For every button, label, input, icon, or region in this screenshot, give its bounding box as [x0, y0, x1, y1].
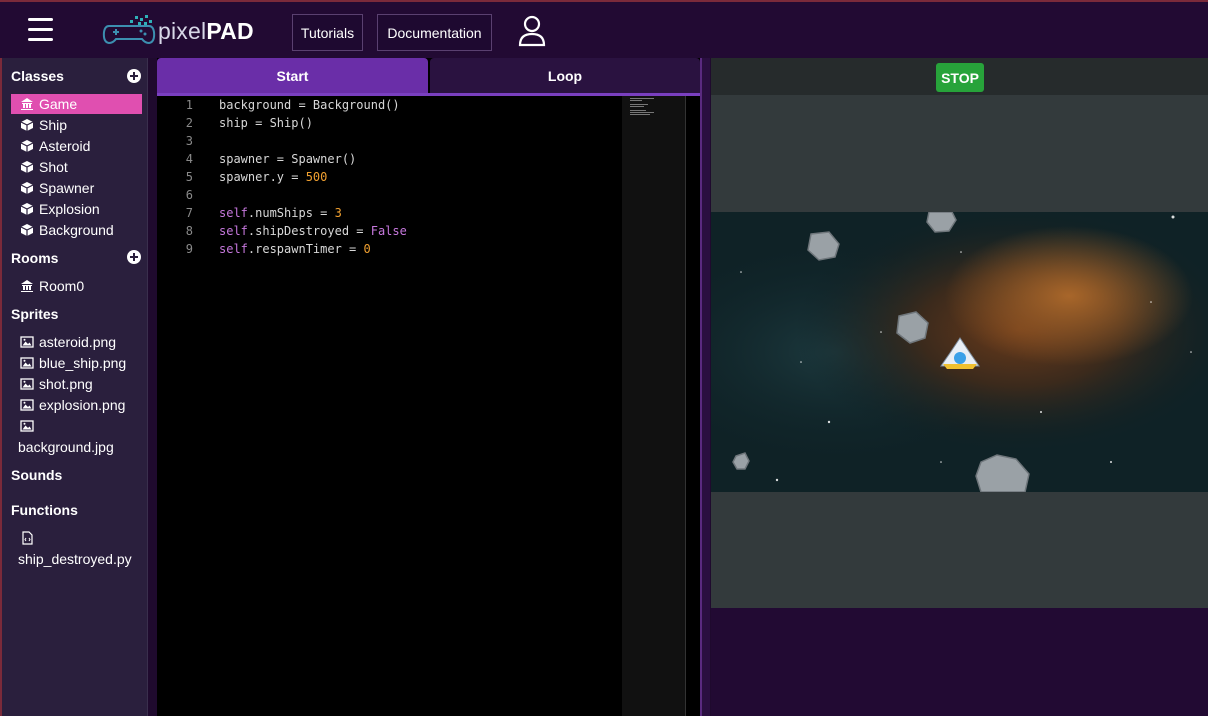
- class-label: Spawner: [39, 180, 95, 196]
- sprite-item-blue-ship[interactable]: blue_ship.png: [11, 353, 142, 373]
- game-canvas[interactable]: [711, 212, 1208, 492]
- cube-icon: [20, 140, 34, 152]
- editor-scrollbar[interactable]: [687, 96, 700, 716]
- code-line[interactable]: 5 spawner.y = 500: [157, 168, 622, 186]
- code-line[interactable]: 4 spawner = Spawner(): [157, 150, 622, 168]
- cube-icon: [20, 119, 34, 131]
- image-icon: [20, 336, 34, 348]
- code-text: self.numShips = 3: [219, 206, 342, 220]
- bank-icon: [21, 280, 33, 292]
- code-line[interactable]: 3: [157, 132, 622, 150]
- panel-resize-handle[interactable]: [700, 58, 710, 716]
- code-text: background = Background(): [219, 98, 400, 112]
- classes-heading: Classes: [11, 68, 64, 84]
- class-item-explosion[interactable]: Explosion: [11, 199, 142, 219]
- add-class-icon[interactable]: [127, 69, 141, 83]
- sprite-item-explosion[interactable]: explosion.png: [11, 395, 142, 415]
- code-minimap[interactable]: [622, 96, 686, 716]
- code-editor-panel: Start Loop 1 background = Background() 2 s…: [157, 58, 700, 716]
- documentation-button[interactable]: Documentation: [377, 14, 492, 51]
- menu-icon[interactable]: [28, 18, 53, 42]
- room-label: Room0: [39, 278, 85, 294]
- line-number: 4: [185, 152, 193, 166]
- pixelpad-logo[interactable]: pixelPAD: [101, 12, 254, 50]
- game-toolbar: STOP: [711, 58, 1208, 95]
- room-item-room0[interactable]: Room0: [11, 276, 142, 296]
- line-number: 8: [185, 224, 193, 238]
- function-item-ship-destroyed[interactable]: ship_destroyed.py: [11, 531, 142, 567]
- sprite-item-asteroid[interactable]: asteroid.png: [11, 332, 142, 352]
- stop-button[interactable]: STOP: [936, 63, 984, 92]
- class-item-spawner[interactable]: Spawner: [11, 178, 142, 198]
- sprites-heading: Sprites: [11, 306, 59, 322]
- image-icon: [20, 378, 34, 390]
- game-preview-panel: STOP: [711, 58, 1208, 608]
- functions-heading: Functions: [11, 502, 78, 518]
- code-text: self.respawnTimer = 0: [219, 242, 371, 256]
- code-text: self.shipDestroyed = False: [219, 224, 407, 238]
- line-number: 1: [185, 98, 193, 112]
- gamepad-logo-icon: [102, 15, 156, 45]
- code-line[interactable]: 2 ship = Ship(): [157, 114, 622, 132]
- line-number: 5: [185, 170, 193, 184]
- sprite-item-shot[interactable]: shot.png: [11, 374, 142, 394]
- logo-text: pixelPAD: [158, 17, 254, 44]
- line-number: 3: [185, 134, 193, 148]
- code-line[interactable]: 7 self.numShips = 3: [157, 204, 622, 222]
- tab-loop[interactable]: Loop: [430, 58, 700, 93]
- user-account-icon[interactable]: [517, 15, 547, 47]
- line-number: 6: [185, 188, 193, 202]
- sprite-item-background[interactable]: background.jpg: [11, 419, 142, 455]
- code-file-icon: [22, 531, 33, 545]
- sprite-label: shot.png: [39, 376, 93, 392]
- image-icon: [20, 399, 34, 411]
- code-text: spawner.y = 500: [219, 170, 328, 184]
- sprite-label: explosion.png: [39, 397, 126, 413]
- class-item-shot[interactable]: Shot: [11, 157, 142, 177]
- editor-tabs: Start Loop: [157, 58, 700, 96]
- code-area[interactable]: 1 background = Background() 2 ship = Ship(…: [157, 96, 622, 716]
- class-label: Explosion: [39, 201, 100, 217]
- sprite-label: background.jpg: [18, 439, 114, 455]
- rooms-heading: Rooms: [11, 250, 59, 266]
- project-sidebar: Classes Game Ship Asteroid Shot Spawner …: [0, 58, 148, 716]
- cube-icon: [20, 224, 34, 236]
- code-line[interactable]: 1 background = Background(): [157, 96, 622, 114]
- class-label: Background: [39, 222, 114, 238]
- line-number: 9: [185, 242, 193, 256]
- line-number: 2: [185, 116, 193, 130]
- sounds-heading[interactable]: Sounds: [11, 467, 62, 483]
- cube-icon: [20, 182, 34, 194]
- sprite-label: blue_ship.png: [39, 355, 127, 371]
- code-text: ship = Ship(): [219, 116, 313, 130]
- tab-start[interactable]: Start: [157, 58, 428, 93]
- image-icon: [20, 420, 34, 432]
- game-panel-footer: [711, 608, 1208, 716]
- cube-icon: [20, 161, 34, 173]
- code-line[interactable]: 9 self.respawnTimer = 0: [157, 240, 622, 258]
- class-item-ship[interactable]: Ship: [11, 115, 142, 135]
- line-number: 7: [185, 206, 193, 220]
- class-label: Ship: [39, 117, 68, 133]
- class-item-background[interactable]: Background: [11, 220, 142, 240]
- bank-icon: [21, 98, 33, 110]
- code-line[interactable]: 6: [157, 186, 622, 204]
- class-item-game[interactable]: Game: [11, 94, 142, 114]
- code-text: spawner = Spawner(): [219, 152, 357, 166]
- class-label: Shot: [39, 159, 68, 175]
- class-item-asteroid[interactable]: Asteroid: [11, 136, 142, 156]
- function-label: ship_destroyed.py: [18, 551, 132, 567]
- class-label: Asteroid: [39, 138, 91, 154]
- class-label: Game: [39, 96, 78, 112]
- add-room-icon[interactable]: [127, 250, 141, 264]
- top-bar: pixelPAD Tutorials Documentation: [0, 0, 1208, 58]
- image-icon: [20, 357, 34, 369]
- cube-icon: [20, 203, 34, 215]
- sprite-label: asteroid.png: [39, 334, 117, 350]
- code-line[interactable]: 8 self.shipDestroyed = False: [157, 222, 622, 240]
- tutorials-button[interactable]: Tutorials: [292, 14, 363, 51]
